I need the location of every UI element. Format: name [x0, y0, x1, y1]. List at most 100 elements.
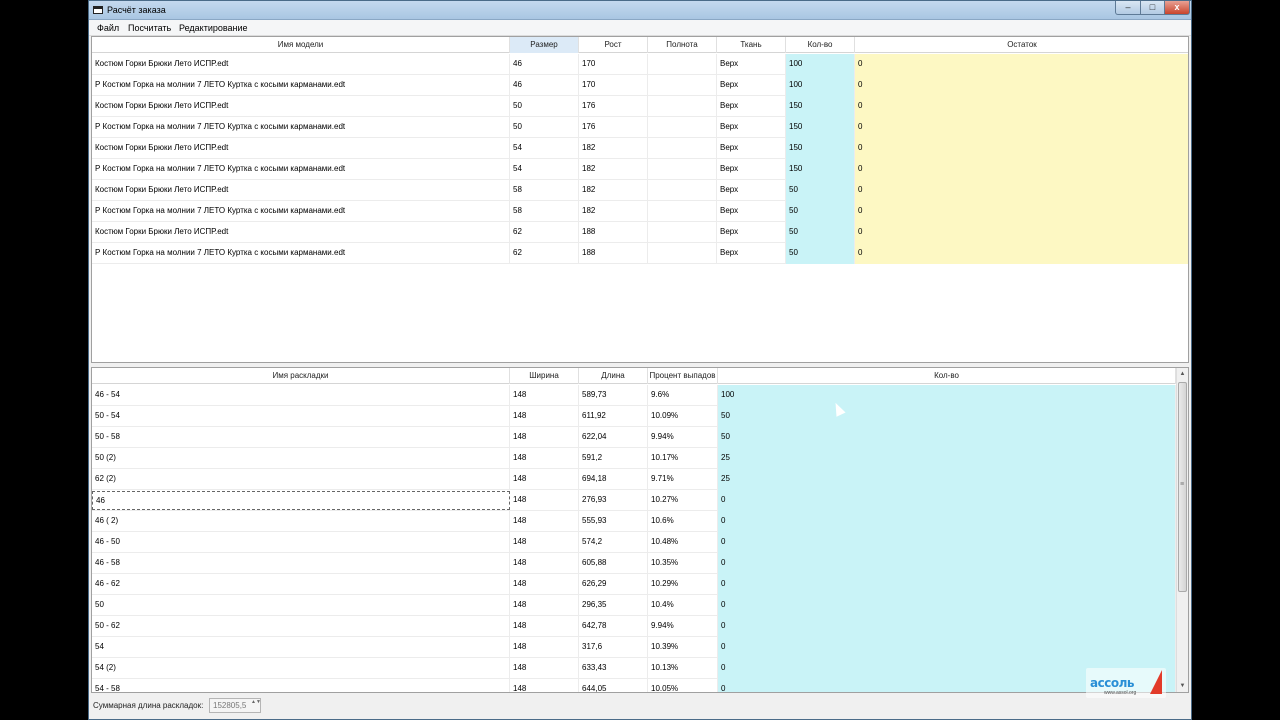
- model-cell[interactable]: Верх: [717, 222, 786, 243]
- close-button[interactable]: x: [1164, 1, 1190, 15]
- menu-calculate[interactable]: Посчитать: [128, 23, 171, 33]
- layout-cell[interactable]: 148: [510, 553, 579, 574]
- model-cell[interactable]: 54: [510, 138, 579, 159]
- table-row[interactable]: Костюм Горки Брюки Лето ИСПР.edt 46 170 Вер…: [92, 54, 1188, 75]
- model-cell[interactable]: Верх: [717, 96, 786, 117]
- model-cell[interactable]: Костюм Горки Брюки Лето ИСПР.edt: [92, 138, 510, 159]
- model-cell[interactable]: Верх: [717, 243, 786, 264]
- layout-cell[interactable]: 0: [718, 490, 1176, 511]
- layout-cell[interactable]: 0: [718, 553, 1176, 574]
- layout-cell[interactable]: 574,2: [579, 532, 648, 553]
- table-row[interactable]: Р Костюм Горка на молнии 7 ЛЕТО Куртка с…: [92, 243, 1188, 264]
- layout-cell[interactable]: 10.17%: [648, 448, 718, 469]
- spin-arrows-icon[interactable]: ▲▼: [251, 700, 261, 711]
- model-cell[interactable]: 58: [510, 201, 579, 222]
- menu-edit[interactable]: Редактирование: [179, 23, 248, 33]
- table-row[interactable]: 54 - 58 148 644,05 10.05% 0: [92, 679, 1188, 692]
- layout-cell[interactable]: 633,43: [579, 658, 648, 679]
- model-cell[interactable]: 170: [579, 54, 648, 75]
- table-row[interactable]: 46 - 50 148 574,2 10.48% 0: [92, 532, 1188, 553]
- layout-cell[interactable]: 148: [510, 658, 579, 679]
- model-col-header[interactable]: Рост: [579, 37, 648, 53]
- minimize-button[interactable]: –: [1115, 1, 1141, 15]
- model-cell[interactable]: 50: [786, 222, 855, 243]
- model-cell[interactable]: 0: [855, 54, 1188, 75]
- table-row[interactable]: 46 148 276,93 10.27% 0: [92, 490, 1188, 511]
- maximize-button[interactable]: □: [1140, 1, 1165, 15]
- layout-cell[interactable]: 10.09%: [648, 406, 718, 427]
- layout-cell[interactable]: 642,78: [579, 616, 648, 637]
- scroll-up-icon[interactable]: ▲: [1177, 368, 1188, 380]
- layout-cell[interactable]: 589,73: [579, 385, 648, 406]
- layout-cell[interactable]: 148: [510, 490, 579, 511]
- model-cell[interactable]: [648, 96, 717, 117]
- layout-cell[interactable]: 0: [718, 637, 1176, 658]
- layout-cell[interactable]: 148: [510, 574, 579, 595]
- table-row[interactable]: 62 (2) 148 694,18 9.71% 25: [92, 469, 1188, 490]
- model-cell[interactable]: 188: [579, 243, 648, 264]
- model-cell[interactable]: Верх: [717, 117, 786, 138]
- table-row[interactable]: 50 - 54 148 611,92 10.09% 50: [92, 406, 1188, 427]
- model-cell[interactable]: 0: [855, 243, 1188, 264]
- layout-cell[interactable]: 296,35: [579, 595, 648, 616]
- layout-cell[interactable]: 10.48%: [648, 532, 718, 553]
- layout-cell[interactable]: 46: [92, 491, 510, 510]
- layout-cell[interactable]: 148: [510, 469, 579, 490]
- table-row[interactable]: 50 148 296,35 10.4% 0: [92, 595, 1188, 616]
- layout-cell[interactable]: 0: [718, 574, 1176, 595]
- model-cell[interactable]: Верх: [717, 201, 786, 222]
- layout-cell[interactable]: 54 - 58: [92, 679, 510, 692]
- layout-cell[interactable]: 0: [718, 532, 1176, 553]
- model-cell[interactable]: Верх: [717, 180, 786, 201]
- layouts-scrollbar[interactable]: ▲ ≡ ▼: [1176, 368, 1188, 692]
- table-row[interactable]: 50 - 58 148 622,04 9.94% 50: [92, 427, 1188, 448]
- model-cell[interactable]: [648, 138, 717, 159]
- layout-cell[interactable]: 46 - 58: [92, 553, 510, 574]
- table-row[interactable]: 54 (2) 148 633,43 10.13% 0: [92, 658, 1188, 679]
- model-cell[interactable]: 100: [786, 54, 855, 75]
- layout-cell[interactable]: 50 - 62: [92, 616, 510, 637]
- layout-cell[interactable]: 276,93: [579, 490, 648, 511]
- model-cell[interactable]: [648, 159, 717, 180]
- model-cell[interactable]: 188: [579, 222, 648, 243]
- layout-cell[interactable]: 0: [718, 616, 1176, 637]
- model-cell[interactable]: Р Костюм Горка на молнии 7 ЛЕТО Куртка с…: [92, 159, 510, 180]
- layout-cell[interactable]: 10.35%: [648, 553, 718, 574]
- model-cell[interactable]: Р Костюм Горка на молнии 7 ЛЕТО Куртка с…: [92, 243, 510, 264]
- layout-cell[interactable]: 626,29: [579, 574, 648, 595]
- model-cell[interactable]: [648, 180, 717, 201]
- layout-cell[interactable]: 25: [718, 448, 1176, 469]
- model-cell[interactable]: 176: [579, 96, 648, 117]
- model-cell[interactable]: Костюм Горки Брюки Лето ИСПР.edt: [92, 96, 510, 117]
- model-cell[interactable]: 50: [786, 243, 855, 264]
- model-cell[interactable]: 50: [510, 117, 579, 138]
- table-row[interactable]: 46 ( 2) 148 555,93 10.6% 0: [92, 511, 1188, 532]
- model-cell[interactable]: 0: [855, 96, 1188, 117]
- model-col-header[interactable]: Остаток: [855, 37, 1188, 53]
- menu-file[interactable]: Файл: [97, 23, 119, 33]
- table-row[interactable]: Р Костюм Горка на молнии 7 ЛЕТО Куртка с…: [92, 75, 1188, 96]
- table-row[interactable]: 46 - 54 148 589,73 9.6% 100: [92, 385, 1188, 406]
- layout-cell[interactable]: 148: [510, 448, 579, 469]
- model-cell[interactable]: 50: [510, 96, 579, 117]
- model-cell[interactable]: Верх: [717, 75, 786, 96]
- layout-cell[interactable]: 148: [510, 406, 579, 427]
- model-cell[interactable]: [648, 75, 717, 96]
- total-length-field[interactable]: 152805,5 ▲▼: [209, 698, 261, 713]
- layout-cell[interactable]: 148: [510, 532, 579, 553]
- model-cell[interactable]: 100: [786, 75, 855, 96]
- model-cell[interactable]: Костюм Горки Брюки Лето ИСПР.edt: [92, 180, 510, 201]
- table-row[interactable]: Костюм Горки Брюки Лето ИСПР.edt 58 182 Вер…: [92, 180, 1188, 201]
- model-cell[interactable]: 0: [855, 117, 1188, 138]
- table-row[interactable]: 50 (2) 148 591,2 10.17% 25: [92, 448, 1188, 469]
- layout-cell[interactable]: 611,92: [579, 406, 648, 427]
- layout-cell[interactable]: 591,2: [579, 448, 648, 469]
- layout-cell[interactable]: 46 - 62: [92, 574, 510, 595]
- layout-cell[interactable]: 148: [510, 595, 579, 616]
- layout-cell[interactable]: 46 ( 2): [92, 511, 510, 532]
- model-cell[interactable]: 150: [786, 138, 855, 159]
- layout-cell[interactable]: 148: [510, 637, 579, 658]
- model-col-header[interactable]: Кол-во: [786, 37, 855, 53]
- layout-cell[interactable]: 644,05: [579, 679, 648, 692]
- layout-cell[interactable]: 148: [510, 385, 579, 406]
